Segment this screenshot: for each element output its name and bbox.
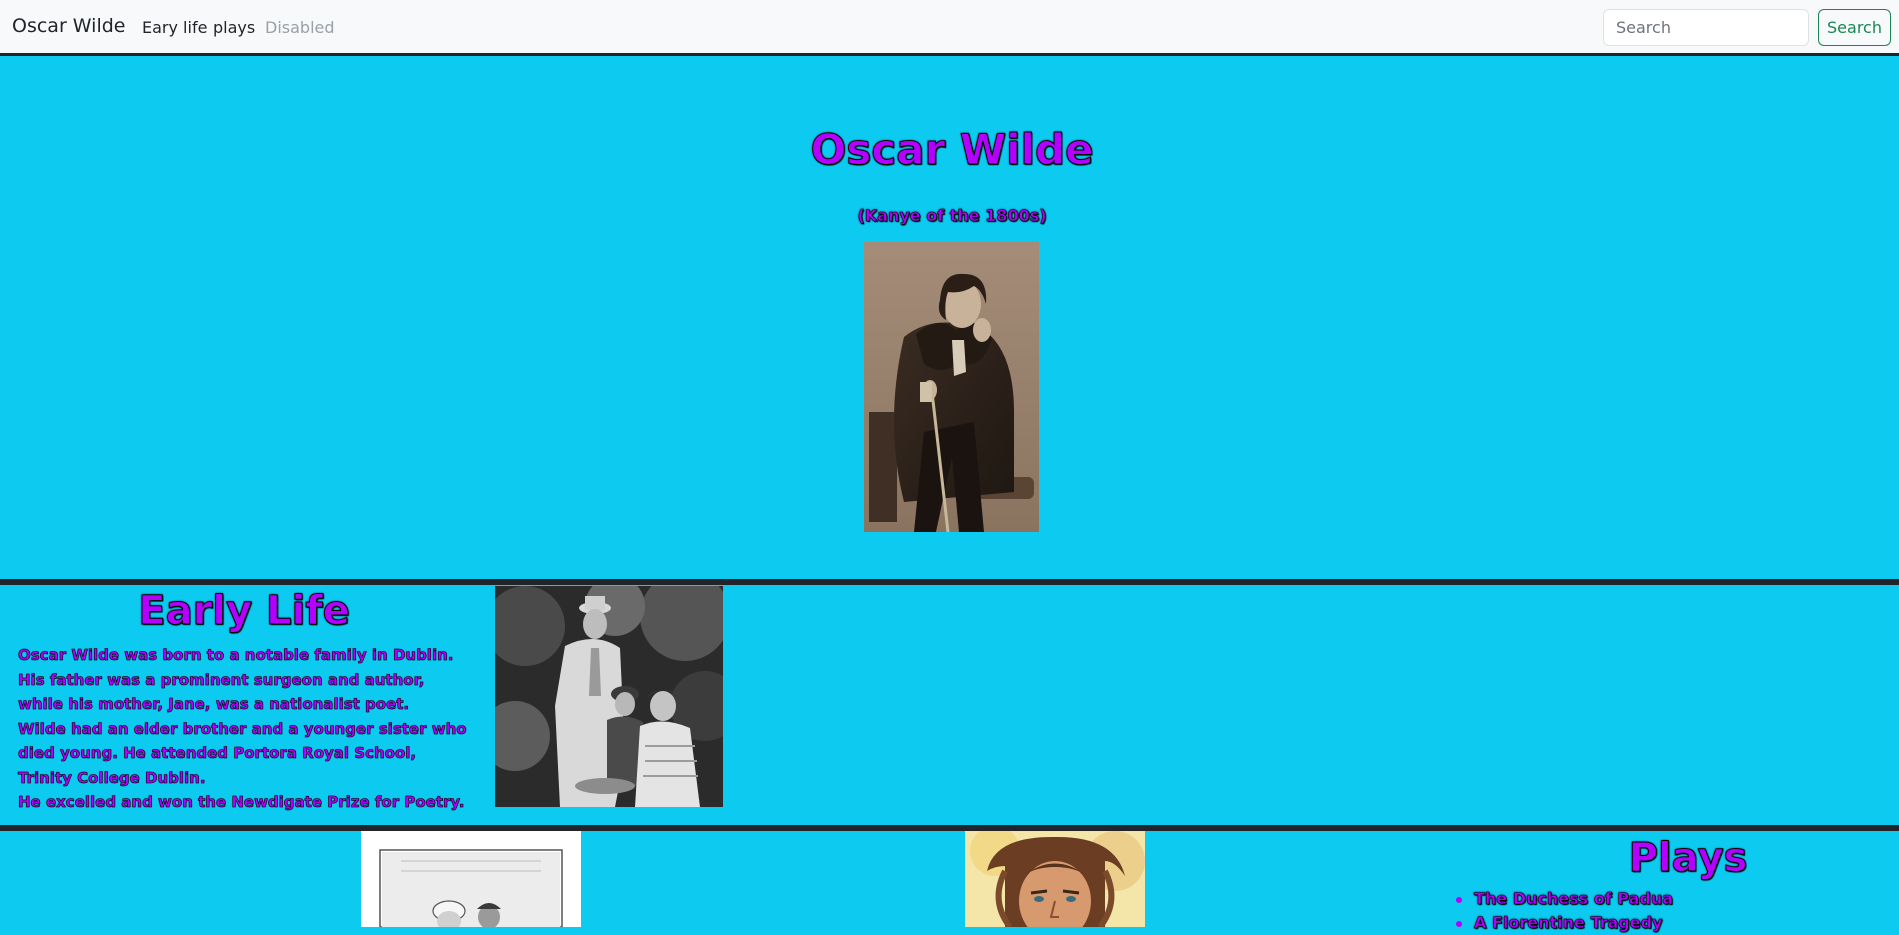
nav-link-plays[interactable]: plays (213, 18, 255, 37)
play-list-item: The Duchess of Padua (1456, 887, 1894, 911)
plays-list: The Duchess of Padua A Florentine Traged… (1446, 887, 1894, 935)
play-list-item: A Florentine Tragedy (1456, 911, 1894, 935)
section-divider (0, 825, 1899, 831)
early-life-paragraph: Wilde had an elder brother and a younger… (18, 719, 467, 787)
search-input[interactable] (1603, 9, 1809, 46)
hero-title: Oscar Wilde (810, 125, 1094, 175)
wilde-watercolor-portrait (965, 831, 1145, 927)
early-life-title: Early Life (138, 588, 350, 635)
family-photo (495, 586, 723, 807)
hero-subtitle: (Kanye of the 1800s) (857, 206, 1047, 226)
early-life-paragraph: He excelled and won the Newdigate Prize … (18, 793, 465, 812)
early-life-text: Oscar Wilde was born to a notable family… (18, 643, 468, 815)
top-navbar: Oscar Wilde Eary life plays Disabled Sea… (0, 0, 1899, 56)
nav-link-early-life[interactable]: Eary life (142, 18, 207, 37)
search-button[interactable]: Search (1818, 9, 1891, 46)
nav-link-disabled: Disabled (265, 18, 335, 37)
plays-title: Plays (1628, 835, 1748, 882)
section-divider (0, 579, 1899, 585)
early-life-paragraph: Oscar Wilde was born to a notable family… (18, 646, 454, 714)
portrait-photo (864, 242, 1039, 532)
navbar-brand[interactable]: Oscar Wilde (12, 15, 125, 37)
play-illustration (361, 831, 581, 927)
